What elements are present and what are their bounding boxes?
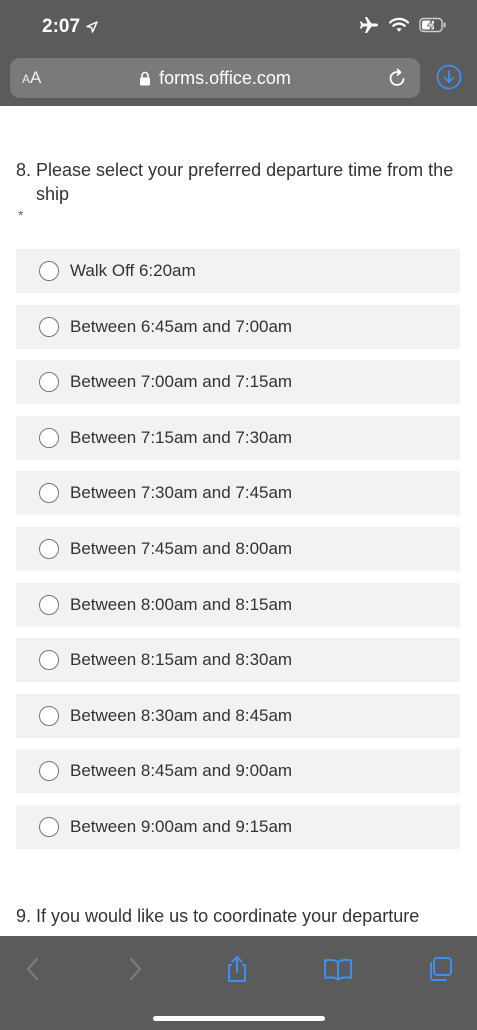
question-title: 8. Please select your preferred departur… bbox=[16, 158, 456, 206]
radio-option[interactable]: Between 6:45am and 7:00am bbox=[16, 304, 460, 349]
status-bar: 2:07 bbox=[0, 0, 477, 54]
option-label: Between 7:00am and 7:15am bbox=[70, 372, 293, 392]
bookmarks-icon[interactable] bbox=[323, 954, 353, 984]
radio-option[interactable]: Walk Off 6:20am bbox=[16, 249, 460, 293]
radio-button[interactable] bbox=[39, 705, 59, 726]
question-text: Please select your preferred departure t… bbox=[36, 160, 454, 204]
reload-icon[interactable] bbox=[386, 67, 408, 89]
status-icons bbox=[359, 16, 447, 34]
radio-button[interactable] bbox=[39, 372, 59, 393]
radio-option[interactable]: Between 7:15am and 7:30am bbox=[16, 415, 460, 460]
download-icon[interactable] bbox=[436, 64, 462, 90]
radio-button[interactable] bbox=[39, 261, 59, 281]
radio-button[interactable] bbox=[39, 594, 59, 615]
required-marker: * bbox=[18, 207, 24, 223]
radio-option[interactable]: Between 7:45am and 8:00am bbox=[16, 526, 460, 571]
option-label: Between 9:00am and 9:15am bbox=[70, 816, 293, 836]
radio-option[interactable]: Between 8:00am and 8:15am bbox=[16, 582, 460, 627]
radio-option[interactable]: Between 7:30am and 7:45am bbox=[16, 471, 460, 516]
airplane-icon bbox=[360, 17, 378, 33]
url-display[interactable]: forms.office.com bbox=[10, 68, 420, 89]
question-number: 8. bbox=[16, 160, 32, 180]
radio-button[interactable] bbox=[39, 316, 59, 337]
option-label: Between 8:30am and 8:45am bbox=[70, 705, 293, 725]
radio-button[interactable] bbox=[39, 427, 59, 448]
back-icon[interactable] bbox=[18, 954, 48, 984]
option-label: Walk Off 6:20am bbox=[70, 261, 196, 280]
location-arrow-icon bbox=[86, 21, 98, 33]
url-text: forms.office.com bbox=[159, 68, 291, 88]
radio-button[interactable] bbox=[39, 761, 59, 782]
radio-button[interactable] bbox=[39, 816, 59, 837]
radio-option[interactable]: Between 7:00am and 7:15am bbox=[16, 360, 460, 405]
option-label: Between 6:45am and 7:00am bbox=[70, 316, 293, 336]
radio-button[interactable] bbox=[39, 650, 59, 671]
radio-button[interactable] bbox=[39, 538, 59, 559]
status-time-text: 2:07 bbox=[42, 16, 81, 37]
radio-option[interactable]: Between 9:00am and 9:15am bbox=[16, 804, 460, 849]
wifi-icon bbox=[389, 17, 409, 32]
radio-options: Walk Off 6:20am Between 6:45am and 7:00a… bbox=[16, 249, 460, 861]
browser-address-area: AA forms.office.com bbox=[0, 54, 477, 106]
tabs-icon[interactable] bbox=[425, 954, 455, 984]
option-label: Between 7:15am and 7:30am bbox=[70, 427, 293, 447]
forward-icon[interactable] bbox=[120, 954, 150, 984]
address-bar[interactable]: AA forms.office.com bbox=[10, 58, 420, 98]
share-icon[interactable] bbox=[222, 954, 252, 984]
option-label: Between 7:30am and 7:45am bbox=[70, 483, 293, 503]
option-label: Between 8:00am and 8:15am bbox=[70, 594, 293, 614]
radio-button[interactable] bbox=[39, 483, 59, 504]
status-time: 2:07 bbox=[42, 16, 98, 38]
home-indicator[interactable] bbox=[153, 1016, 325, 1021]
next-question-title: 9. If you would like us to coordinate yo… bbox=[16, 906, 420, 926]
radio-option[interactable]: Between 8:30am and 8:45am bbox=[16, 693, 460, 738]
battery-charging-icon bbox=[419, 17, 446, 33]
option-label: Between 8:15am and 8:30am bbox=[70, 650, 293, 670]
option-label: Between 8:45am and 9:00am bbox=[70, 761, 293, 781]
lock-icon bbox=[140, 71, 151, 86]
form-content: 8. Please select your preferred departur… bbox=[0, 106, 477, 936]
radio-option[interactable]: Between 8:15am and 8:30am bbox=[16, 638, 460, 683]
radio-option[interactable]: Between 8:45am and 9:00am bbox=[16, 749, 460, 794]
option-label: Between 7:45am and 8:00am bbox=[70, 538, 293, 558]
